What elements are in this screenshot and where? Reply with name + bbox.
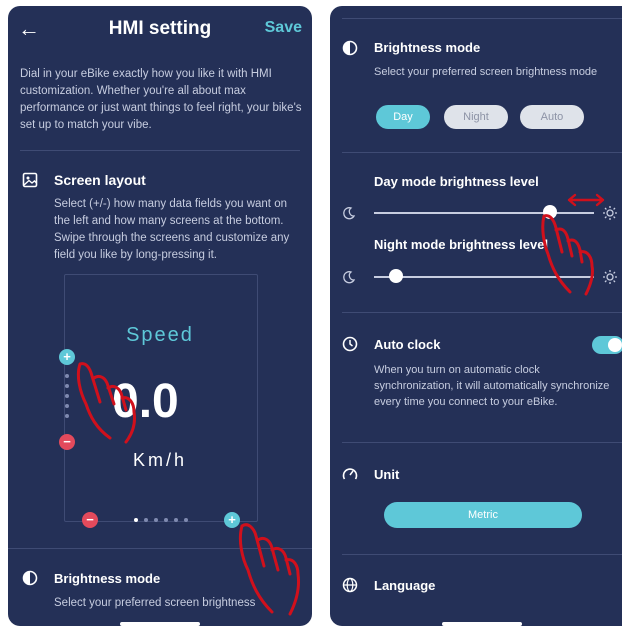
hmi-setting-screen: ← HMI setting Save Dial in your eBike ex…: [8, 6, 312, 626]
page-dot: [154, 518, 158, 522]
divider: [20, 150, 300, 151]
moon-icon: [343, 271, 356, 284]
page-dot: [164, 518, 168, 522]
page-dot: [184, 518, 188, 522]
image-icon: [22, 172, 38, 188]
globe-icon: [342, 577, 358, 593]
save-button[interactable]: Save: [265, 19, 302, 37]
field-indicator-dot: [65, 374, 69, 378]
home-indicator: [120, 622, 200, 626]
drag-arrow-hint-icon: [567, 193, 605, 207]
tap-gesture-hint-icon: [238, 523, 300, 616]
unit-metric-button[interactable]: Metric: [384, 502, 582, 528]
moon-icon: [343, 207, 356, 220]
tap-gesture-hint-icon: [76, 362, 136, 444]
day-brightness-title: Day mode brightness level: [374, 174, 539, 189]
divider: [342, 312, 622, 313]
toggle-knob: [608, 338, 622, 352]
divider: [342, 554, 622, 555]
field-indicator-dot: [65, 394, 69, 398]
brightness-option-night[interactable]: Night: [444, 105, 508, 129]
home-indicator: [442, 622, 522, 626]
speed-unit: Km/h: [132, 450, 187, 470]
intro-text: Dial in your eBike exactly how you like …: [20, 68, 302, 131]
hmi-setting-screen-scrolled: Brightness mode Select your preferred sc…: [330, 6, 622, 626]
divider: [342, 152, 622, 153]
speed-label: Speed: [126, 324, 194, 346]
brightness-option-day[interactable]: Day: [376, 105, 430, 129]
brightness-mode-description: Select your preferred screen brightness …: [374, 66, 598, 78]
auto-clock-title: Auto clock: [374, 337, 441, 352]
unit-title: Unit: [374, 467, 400, 482]
divider: [342, 18, 622, 19]
page-dot-active: [134, 518, 138, 522]
brightness-option-auto[interactable]: Auto: [520, 105, 584, 129]
field-indicator-dot: [65, 404, 69, 408]
half-circle-icon: [22, 570, 38, 586]
half-circle-icon: [342, 40, 358, 56]
brightness-mode-title: Brightness mode: [374, 40, 481, 55]
clock-icon: [342, 336, 358, 352]
sun-icon: [603, 270, 617, 284]
brightness-mode-title: Brightness mode: [54, 571, 161, 586]
page-dot: [144, 518, 148, 522]
night-brightness-title: Night mode brightness level: [374, 237, 549, 252]
field-indicator-dot: [65, 384, 69, 388]
page-dot: [174, 518, 178, 522]
gauge-icon: [342, 468, 358, 480]
auto-clock-description: When you turn on automatic clock synchro…: [374, 364, 610, 408]
screen-layout-description: Select (+/-) how many data fields you wa…: [54, 198, 290, 261]
divider: [342, 442, 622, 443]
remove-screen-button[interactable]: −: [82, 512, 98, 528]
language-title[interactable]: Language: [374, 578, 435, 593]
screen-layout-title: Screen layout: [54, 172, 146, 188]
auto-clock-toggle[interactable]: [592, 336, 622, 354]
field-indicator-dot: [65, 414, 69, 418]
drag-gesture-hint-icon: [541, 214, 594, 296]
night-brightness-handle[interactable]: [389, 269, 403, 283]
